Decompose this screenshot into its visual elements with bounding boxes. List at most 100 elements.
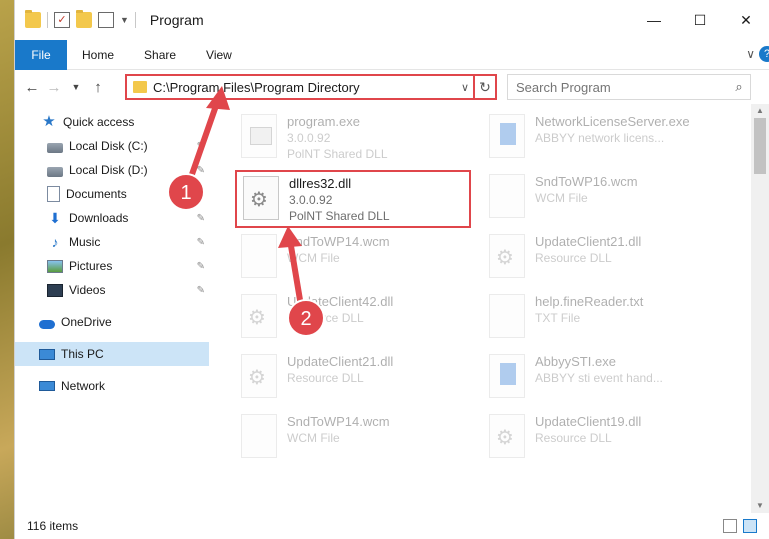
file-name: NetworkLicenseServer.exe: [535, 114, 690, 129]
pin-icon[interactable]: ✎: [197, 189, 205, 200]
file-type: Resource DLL: [535, 431, 612, 445]
help-icon[interactable]: ?: [759, 46, 769, 62]
sidebar-item-documents[interactable]: Documents ✎: [15, 182, 209, 206]
search-box[interactable]: ⌕: [507, 74, 751, 100]
pin-icon[interactable]: ✎: [197, 141, 205, 152]
scroll-down-icon[interactable]: ▼: [751, 499, 769, 513]
file-name: help.fineReader.txt: [535, 294, 644, 309]
file-type: Resource DLL: [287, 371, 364, 385]
tab-home[interactable]: Home: [67, 40, 129, 70]
sidebar-item-local-disk-d[interactable]: Local Disk (D:) ✎: [15, 158, 209, 182]
file-icon: [241, 414, 277, 458]
pin-icon[interactable]: ✎: [197, 261, 205, 272]
file-tile[interactable]: NetworkLicenseServer.exe ABBYY network li…: [483, 110, 713, 166]
tab-file[interactable]: File: [15, 39, 67, 70]
music-icon: ♪: [51, 234, 59, 250]
sidebar-item-this-pc[interactable]: This PC: [15, 342, 209, 366]
pin-icon[interactable]: ✎: [197, 237, 205, 248]
new-folder-icon[interactable]: [76, 10, 92, 28]
sidebar-item-network[interactable]: Network: [15, 374, 209, 398]
vertical-scrollbar[interactable]: ▲ ▼: [751, 104, 769, 513]
file-tile[interactable]: SndToWP14.wcm WCM File: [235, 230, 465, 286]
ribbon-expand-icon[interactable]: ∨: [746, 47, 755, 61]
file-tile[interactable]: SndToWP14.wcm WCM File: [235, 410, 465, 466]
file-name: UpdateClient42.dll: [287, 294, 394, 309]
close-button[interactable]: ✕: [723, 0, 769, 40]
file-name: UpdateClient21.dll: [535, 234, 642, 249]
scroll-up-icon[interactable]: ▲: [751, 104, 769, 118]
file-name: AbbyySTI.exe: [535, 354, 616, 369]
file-tile[interactable]: program.exe 3.0.0.92 PolNT Shared DLL: [235, 110, 465, 166]
file-type: PolNT Shared DLL: [287, 147, 388, 161]
tab-view[interactable]: View: [191, 40, 247, 70]
file-tile[interactable]: help.fineReader.txt TXT File: [483, 290, 713, 346]
file-tile[interactable]: UpdateClient19.dll Resource DLL: [483, 410, 713, 466]
file-name: UpdateClient21.dll: [287, 354, 394, 369]
dll-gear-icon: [241, 354, 277, 398]
address-bar[interactable]: C:\Program Files\Program Directory ∨ ↻: [125, 74, 497, 100]
folder-icon: [133, 81, 147, 93]
tiles-view-icon[interactable]: [743, 519, 757, 533]
file-type: ABBYY sti event hand...: [535, 371, 663, 385]
toolbar-divider: [47, 12, 48, 28]
pin-icon[interactable]: ✎: [197, 165, 205, 176]
properties-check-icon[interactable]: ✓: [54, 12, 70, 28]
recent-chevron-icon[interactable]: ▼: [65, 82, 87, 92]
file-tile[interactable]: UpdateClient21.dll Resource DLL: [235, 350, 465, 406]
sidebar-item-music[interactable]: ♪ Music ✎: [15, 230, 209, 254]
sidebar-item-pictures[interactable]: Pictures ✎: [15, 254, 209, 278]
file-name: SndToWP14.wcm: [287, 414, 390, 429]
forward-arrow-icon[interactable]: →: [43, 79, 65, 96]
file-tile[interactable]: SndToWP16.wcm WCM File: [483, 170, 713, 226]
file-icon: [489, 174, 525, 218]
sidebar-item-onedrive[interactable]: OneDrive: [15, 310, 209, 334]
sidebar-item-label: Downloads: [69, 211, 129, 225]
search-icon[interactable]: ⌕: [728, 79, 750, 95]
explorer-window: ✓ ▼ Program — ☐ ✕ File Home Share View ∨…: [14, 0, 769, 539]
folder-icon[interactable]: [25, 10, 41, 28]
chevron-down-icon[interactable]: ∨: [457, 81, 473, 94]
ribbon: File Home Share View ∨ ?: [15, 39, 769, 70]
sidebar-item-downloads[interactable]: ⬇ Downloads ✎: [15, 206, 209, 230]
address-path[interactable]: C:\Program Files\Program Directory: [153, 80, 457, 95]
title-bar: ✓ ▼ Program — ☐ ✕: [15, 0, 769, 40]
file-tile[interactable]: AbbyySTI.exe ABBYY sti event hand...: [483, 350, 713, 406]
refresh-icon[interactable]: ↻: [473, 76, 495, 98]
blue-exe-icon: [489, 114, 525, 158]
search-input[interactable]: [516, 79, 728, 95]
sidebar-item-label: Documents: [66, 187, 127, 201]
pin-icon[interactable]: ✎: [197, 285, 205, 296]
file-name: UpdateClient19.dll: [535, 414, 642, 429]
status-bar: 116 items: [15, 513, 769, 539]
file-tile-highlighted[interactable]: dllres32.dll 3.0.0.92 PolNT Shared DLL: [235, 170, 471, 228]
back-arrow-icon[interactable]: ←: [21, 79, 43, 96]
file-tile[interactable]: UpdateClient42.dll Resource DLL: [235, 290, 465, 346]
scrollbar-thumb[interactable]: [754, 118, 766, 174]
tab-share[interactable]: Share: [129, 40, 191, 70]
disk-icon: [47, 166, 63, 177]
details-view-icon[interactable]: [723, 519, 737, 533]
network-icon: [39, 381, 55, 391]
dll-gear-icon: [241, 294, 277, 338]
file-tile[interactable]: UpdateClient21.dll Resource DLL: [483, 230, 713, 286]
sidebar-item-videos[interactable]: Videos ✎: [15, 278, 209, 302]
maximize-button[interactable]: ☐: [677, 0, 723, 40]
window-title: Program: [149, 12, 204, 28]
documents-icon: [47, 186, 60, 202]
file-name: SndToWP16.wcm: [535, 174, 638, 189]
blue-exe-icon: [489, 354, 525, 398]
file-name: dllres32.dll: [289, 176, 352, 191]
customize-icon[interactable]: [98, 12, 114, 28]
sidebar-item-quick-access[interactable]: ★ Quick access: [15, 110, 209, 134]
file-name: SndToWP14.wcm: [287, 234, 390, 249]
minimize-button[interactable]: —: [631, 0, 677, 40]
chevron-down-icon[interactable]: ▼: [120, 15, 129, 25]
file-type: PolNT Shared DLL: [289, 209, 390, 223]
pin-icon[interactable]: ✎: [197, 213, 205, 224]
file-type: Resource DLL: [287, 311, 364, 325]
file-version: 3.0.0.92: [287, 131, 331, 145]
up-arrow-icon[interactable]: ↑: [87, 79, 109, 96]
view-switcher: [723, 519, 757, 533]
sidebar-item-local-disk-c[interactable]: Local Disk (C:) ✎: [15, 134, 209, 158]
file-type: TXT File: [535, 311, 581, 325]
